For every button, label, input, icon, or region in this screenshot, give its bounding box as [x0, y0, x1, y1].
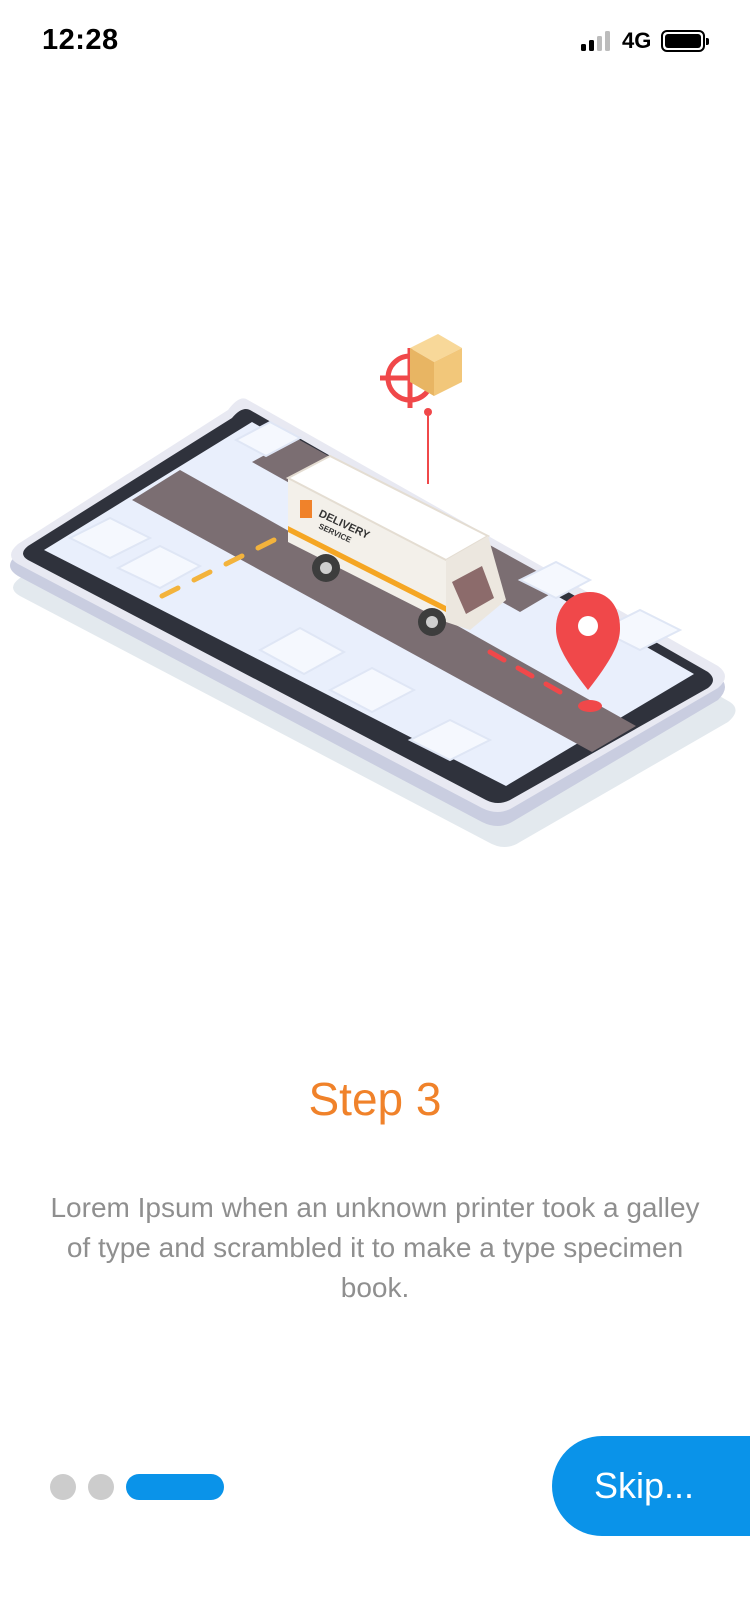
page-dot-2[interactable] [88, 1474, 114, 1500]
onboarding-illustration: DELIVERY SERVICE [0, 330, 750, 890]
signal-icon [581, 31, 613, 51]
page-dot-1[interactable] [50, 1474, 76, 1500]
status-time: 12:28 [42, 24, 119, 56]
battery-icon [661, 30, 709, 52]
parcel-box-icon [410, 334, 462, 396]
page-dot-3-active[interactable] [126, 1474, 224, 1500]
status-bar: 12:28 4G [0, 0, 750, 84]
step-title: Step 3 [308, 1073, 442, 1125]
step-description: Lorem Ipsum when an unknown printer took… [50, 1192, 700, 1303]
phone-illustration [10, 398, 736, 847]
skip-button[interactable]: Skip... [552, 1436, 750, 1536]
network-label: 4G [622, 28, 652, 53]
